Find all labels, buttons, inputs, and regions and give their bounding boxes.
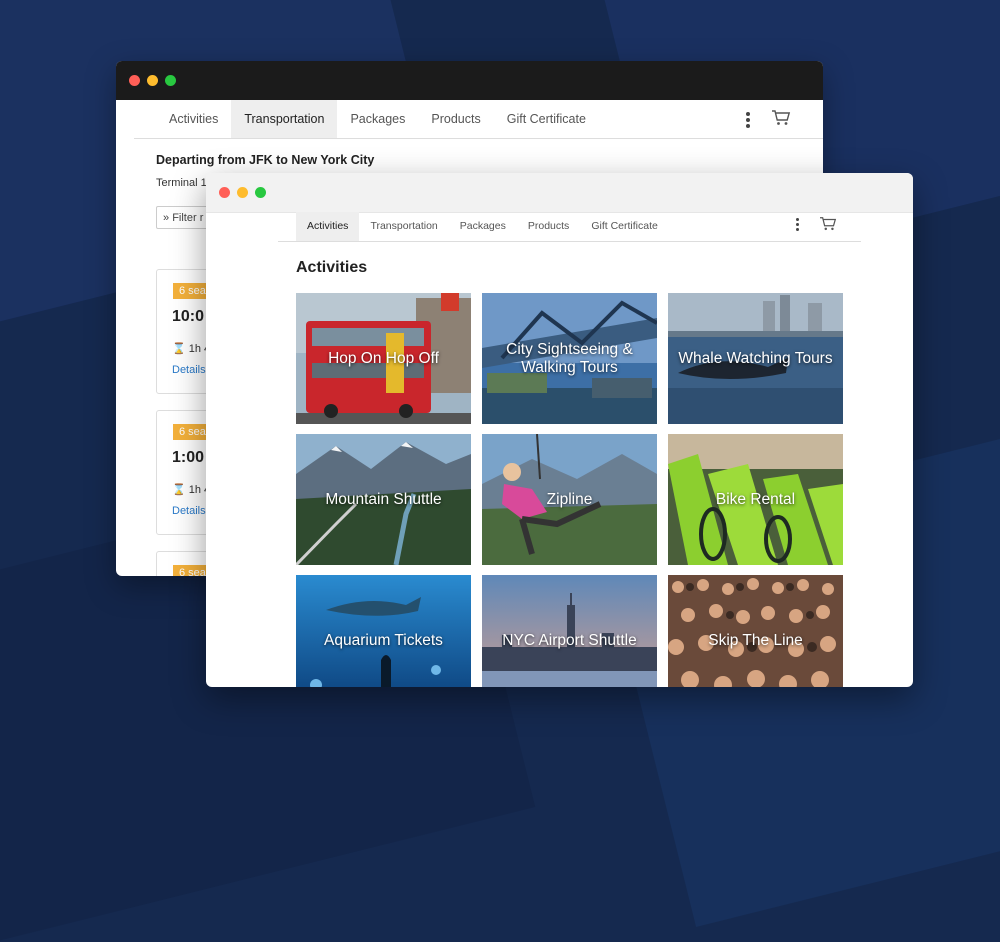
tab-packages[interactable]: Packages xyxy=(449,212,517,241)
hourglass-icon: ⌛ xyxy=(172,484,186,496)
tile-label: Skip The Line xyxy=(708,631,803,649)
departure-time: 10:0 xyxy=(172,308,205,325)
kebab-vertical-icon[interactable] xyxy=(796,218,800,233)
maximize-button[interactable] xyxy=(165,75,176,86)
nav-divider xyxy=(134,138,823,139)
window-controls xyxy=(129,75,176,86)
shopping-cart-icon[interactable] xyxy=(771,109,791,127)
tab-gift-certificate[interactable]: Gift Certificate xyxy=(494,100,599,138)
tile-label: Hop On Hop Off xyxy=(328,349,439,367)
activity-tile-zipline[interactable]: Zipline xyxy=(482,434,657,565)
tab-products[interactable]: Products xyxy=(517,212,580,241)
details-link[interactable]: Details xyxy=(172,505,206,517)
shopping-cart-icon[interactable] xyxy=(819,216,837,232)
close-button[interactable] xyxy=(219,187,230,198)
tab-transportation[interactable]: Transportation xyxy=(359,212,448,241)
chevrons-down-icon: » xyxy=(163,212,170,224)
tab-gift-certificate[interactable]: Gift Certificate xyxy=(580,212,669,241)
window-titlebar xyxy=(116,61,823,100)
kebab-vertical-icon[interactable] xyxy=(746,112,750,130)
tab-products[interactable]: Products xyxy=(418,100,493,138)
close-button[interactable] xyxy=(129,75,140,86)
tile-label: NYC Airport Shuttle xyxy=(502,631,637,649)
main-nav: Activities Transportation Packages Produ… xyxy=(156,100,599,138)
tab-packages[interactable]: Packages xyxy=(337,100,418,138)
hourglass-icon: ⌛ xyxy=(172,343,186,355)
tile-label: Bike Rental xyxy=(715,490,796,508)
page-title: Activities xyxy=(296,259,368,276)
terminal-label: Terminal 1 xyxy=(156,177,207,189)
activity-tile-skip-the-line[interactable]: Skip The Line xyxy=(668,575,843,687)
filter-label: Filter r xyxy=(172,212,204,224)
nav-divider xyxy=(278,241,861,242)
departure-time: 1:00 xyxy=(172,449,205,466)
activity-tile-hop-on-hop-off[interactable]: Hop On Hop Off xyxy=(296,293,471,424)
maximize-button[interactable] xyxy=(255,187,266,198)
tile-label: Whale Watching Tours xyxy=(678,349,833,367)
activity-tile-city-sightseeing[interactable]: City Sightseeing & Walking Tours xyxy=(482,293,657,424)
tile-label: Aquarium Tickets xyxy=(324,631,443,649)
activity-tile-mountain-shuttle[interactable]: Mountain Shuttle xyxy=(296,434,471,565)
activity-tile-whale-watching[interactable]: Whale Watching Tours xyxy=(668,293,843,424)
tile-label: City Sightseeing & Walking Tours xyxy=(506,340,633,376)
tab-transportation[interactable]: Transportation xyxy=(231,100,338,138)
minimize-button[interactable] xyxy=(237,187,248,198)
main-nav: Activities Transportation Packages Produ… xyxy=(296,212,669,241)
details-link[interactable]: Details xyxy=(172,364,206,376)
tab-activities[interactable]: Activities xyxy=(296,212,360,241)
tile-label: Zipline xyxy=(546,490,593,508)
activity-tile-nyc-airport-shuttle[interactable]: NYC Airport Shuttle xyxy=(482,575,657,687)
window-titlebar xyxy=(206,173,913,213)
window-controls xyxy=(219,187,266,198)
route-heading: Departing from JFK to New York City xyxy=(156,153,375,167)
minimize-button[interactable] xyxy=(147,75,158,86)
activity-tile-aquarium[interactable]: Aquarium Tickets xyxy=(296,575,471,687)
activity-tile-bike-rental[interactable]: Bike Rental xyxy=(668,434,843,565)
activities-window: Activities Transportation Packages Produ… xyxy=(206,173,913,687)
activity-grid: Hop On Hop Off City Sightseeing & Walkin… xyxy=(296,293,843,687)
tab-activities[interactable]: Activities xyxy=(156,100,231,138)
tile-label: Mountain Shuttle xyxy=(325,490,442,508)
